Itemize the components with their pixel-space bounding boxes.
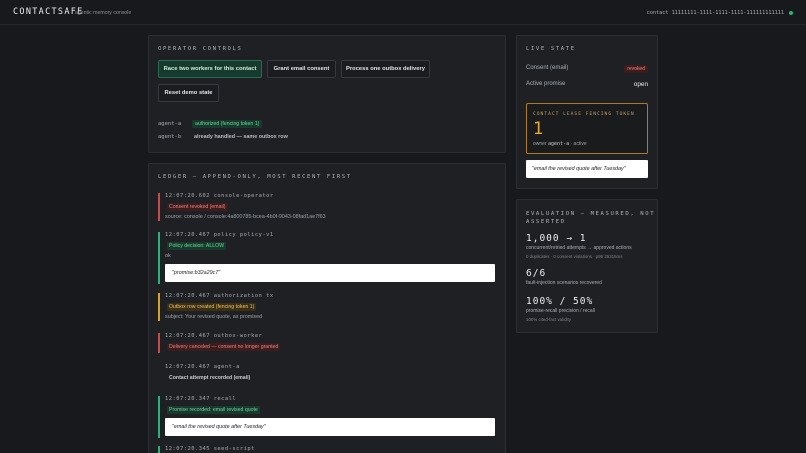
entry-note: subject: Your revised quote, as promised: [165, 314, 263, 320]
metric-fault-injection: 6/6: [526, 268, 547, 279]
entry-event-badge: Delivery canceled — consent no longer gr…: [167, 343, 281, 351]
consent-label: Consent (email): [526, 65, 569, 71]
entry-header: 12:07:20.467 authorization tx: [165, 293, 274, 299]
lease-owner: owner agent-a · active: [533, 141, 587, 147]
ledger-entry: 12:07:20.467 authorization tx Outbox row…: [158, 293, 498, 323]
agent-a-label: agent-a: [158, 121, 182, 127]
entry-header: 12:07:20.347 recall: [165, 396, 237, 402]
entry-event-badge: Consent revoked (email): [167, 203, 228, 211]
operator-controls-title: OPERATOR CONTROLS: [158, 46, 243, 52]
top-bar: CONTACTSAFE agentic memory console conta…: [0, 0, 806, 25]
metric-approved-actions-label: concurrent/retried attempts → approved a…: [526, 245, 632, 251]
status-dot-icon: [789, 11, 793, 15]
entry-event-badge: Promise recorded: email revised quote: [167, 406, 260, 414]
metric-approved-actions: 1,000 → 1: [526, 233, 587, 244]
promise-label: Active promise: [526, 81, 566, 87]
agent-b-result: already handled — same outbox row: [194, 134, 288, 140]
metric-precision-recall-label: promise-recall precision / recall: [526, 308, 595, 314]
ledger-entry: 12:07:20.602 console-operator Consent re…: [158, 193, 498, 223]
ledger-entry: 12:07:20.467 agent-a Contact attempt rec…: [158, 364, 498, 384]
ledger-entry: 12:07:20.347 recall Promise recorded: em…: [158, 396, 498, 438]
lease-title: CONTACT LEASE FENCING TOKEN: [533, 112, 635, 117]
evaluation-title: EVALUATION — MEASURED, NOT ASSERTED: [526, 211, 656, 225]
lease-card: CONTACT LEASE FENCING TOKEN 1 owner agen…: [526, 103, 648, 154]
brand-subtitle: agentic memory console: [75, 10, 132, 16]
entry-header: 12:07:20.467 policy policy-v1: [165, 232, 274, 238]
promise-status: open: [633, 81, 648, 88]
reset-demo-button[interactable]: Reset demo state: [158, 84, 219, 102]
entry-event-badge: Policy decision: ALLOW: [167, 242, 227, 250]
contact-id: contact 11111111-1111-1111-1111-11111111…: [646, 10, 784, 16]
metric-precision-recall: 100% / 50%: [526, 296, 594, 307]
agent-a-result-badge: authorized (fencing token 1): [192, 120, 263, 128]
entry-quote: "email the revised quote after Tuesday": [165, 418, 495, 436]
entry-header: 12:07:20.345 seed-script: [165, 446, 255, 452]
ledger-title: LEDGER — APPEND-ONLY, MOST RECENT FIRST: [158, 174, 352, 180]
active-promise-quote: "email the revised quote after Tuesday": [526, 160, 648, 178]
live-state-title: LIVE STATE: [526, 46, 576, 52]
grant-consent-button[interactable]: Grant email consent: [267, 60, 336, 78]
consent-row: Consent (email) revoked: [526, 65, 648, 73]
entry-event-label: Contact attempt recorded (email): [169, 375, 251, 381]
metric-approved-actions-sub: 0 duplicates · 0 consent violations · p9…: [526, 254, 623, 259]
brand-logo: CONTACTSAFE: [13, 7, 84, 17]
entry-header: 12:07:20.467 agent-a: [165, 364, 240, 370]
entry-note: ok: [165, 253, 171, 259]
entry-event-badge: Outbox row created (fencing token 1): [167, 303, 257, 311]
ledger-entry: 12:07:20.467 policy policy-v1 Policy dec…: [158, 232, 498, 284]
metric-fault-injection-label: fault-injection scenarios recovered: [526, 280, 602, 286]
process-outbox-button[interactable]: Process one outbox delivery: [341, 60, 430, 78]
ledger-entry: 12:07:20.467 outbox-worker Delivery canc…: [158, 333, 498, 353]
metric-precision-recall-sub: 100% cited-fact validity: [526, 317, 571, 322]
ledger-entry: 12:07:20.345 seed-script: [158, 446, 498, 453]
agent-b-label: agent-b: [158, 134, 182, 140]
promise-row: Active promise open: [526, 81, 648, 88]
entry-header: 12:07:20.467 outbox-worker: [165, 333, 263, 339]
entry-header: 12:07:20.602 console-operator: [165, 193, 274, 199]
race-workers-button[interactable]: Race two workers for this contact: [158, 60, 262, 78]
consent-status-badge: revoked: [624, 65, 648, 73]
lease-token-value: 1: [533, 119, 544, 139]
entry-quote: "promise:b32a29c7": [165, 264, 495, 282]
entry-note: source: console / console:4a800785-bcea-…: [165, 214, 326, 220]
